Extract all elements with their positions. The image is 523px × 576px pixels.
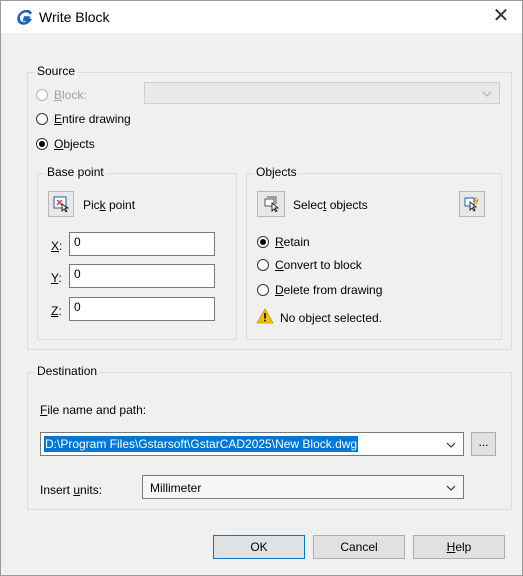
- entire-drawing-radio[interactable]: [36, 113, 48, 125]
- file-name-label: File name and path:: [40, 403, 147, 417]
- base-point-legend: Base point: [45, 165, 106, 179]
- file-path-combo[interactable]: D:\Program Files\Gstarsoft\GstarCAD2025\…: [40, 432, 464, 456]
- convert-to-block-radio[interactable]: [257, 259, 269, 271]
- retain-label: Retain: [275, 235, 310, 249]
- source-legend: Source: [35, 64, 78, 78]
- quick-select-icon: [464, 196, 480, 212]
- help-button[interactable]: Help: [413, 535, 505, 559]
- quick-select-button[interactable]: [459, 191, 485, 217]
- close-icon: ✕: [492, 5, 510, 27]
- objects-radio-label: Objects: [54, 137, 95, 151]
- title-bar: Write Block ✕: [1, 1, 522, 33]
- block-name-combo[interactable]: [144, 82, 500, 104]
- base-y-input[interactable]: 0: [69, 264, 215, 288]
- chevron-down-icon: [482, 91, 492, 97]
- chevron-down-icon: [446, 485, 456, 491]
- retain-radio[interactable]: [257, 236, 269, 248]
- cancel-button[interactable]: Cancel: [313, 535, 405, 559]
- write-block-dialog: Write Block ✕ Source Block: Entire drawi…: [0, 0, 523, 576]
- file-path-value: D:\Program Files\Gstarsoft\GstarCAD2025\…: [44, 436, 359, 452]
- warning-text: No object selected.: [280, 311, 383, 325]
- chevron-down-icon: [446, 442, 456, 448]
- insert-units-value: Millimeter: [150, 481, 202, 495]
- objects-radio[interactable]: [36, 138, 48, 150]
- browse-button[interactable]: ...: [471, 432, 496, 456]
- select-objects-icon: [264, 196, 280, 212]
- pick-point-icon: [53, 196, 69, 212]
- pick-point-label: Pick point: [83, 198, 136, 212]
- block-radio-label: Block:: [54, 88, 87, 102]
- entire-drawing-label: Entire drawing: [54, 112, 131, 126]
- window-title: Write Block: [39, 9, 110, 25]
- insert-units-combo[interactable]: Millimeter: [142, 475, 464, 499]
- convert-to-block-label: Convert to block: [275, 258, 362, 272]
- base-x-input[interactable]: 0: [69, 232, 215, 256]
- z-label: Z:: [51, 304, 62, 318]
- objects-legend: Objects: [254, 165, 299, 179]
- delete-from-drawing-radio[interactable]: [257, 284, 269, 296]
- y-label: Y:: [51, 271, 62, 285]
- block-radio[interactable]: [36, 89, 48, 101]
- base-z-input[interactable]: 0: [69, 297, 215, 321]
- select-objects-label: Select objects: [293, 198, 368, 212]
- delete-from-drawing-label: Delete from drawing: [275, 283, 383, 297]
- warning-icon: [256, 308, 274, 324]
- select-objects-button[interactable]: [257, 191, 285, 217]
- insert-units-label: Insert units:: [40, 483, 103, 497]
- destination-legend: Destination: [35, 364, 100, 378]
- pick-point-button[interactable]: [48, 191, 74, 217]
- ok-button[interactable]: OK: [213, 535, 305, 559]
- x-label: X:: [51, 239, 63, 253]
- app-logo-icon: [16, 9, 33, 26]
- close-button[interactable]: ✕: [485, 4, 517, 30]
